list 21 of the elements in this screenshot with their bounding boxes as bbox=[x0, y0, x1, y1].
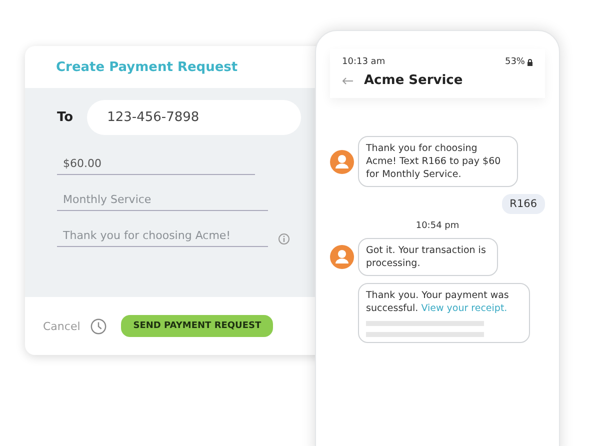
chat-title: Acme Service bbox=[364, 73, 463, 88]
to-label: To bbox=[57, 110, 74, 125]
back-arrow-icon[interactable] bbox=[342, 76, 354, 84]
avatar-icon bbox=[330, 245, 354, 269]
avatar-icon bbox=[330, 150, 354, 174]
clock-icon[interactable] bbox=[90, 318, 108, 334]
send-payment-request-button[interactable]: SEND PAYMENT REQUEST bbox=[121, 315, 274, 337]
text-field[interactable]: Thank you for choosing Acme! bbox=[57, 225, 268, 247]
message-text: Got it. Your transaction is processing. bbox=[366, 245, 486, 269]
info-icon[interactable] bbox=[278, 233, 290, 245]
card-title: Create Payment Request bbox=[56, 60, 238, 74]
message-text: Thank you. Your payment was successful. View your receipt. bbox=[366, 290, 509, 314]
battery-level: 53% bbox=[504, 57, 525, 67]
message-time: 10:54 pm bbox=[416, 221, 460, 231]
text-field[interactable]: Monthly Service bbox=[57, 189, 268, 211]
sent-message: R166 bbox=[502, 194, 545, 214]
text-field[interactable]: $60.00 bbox=[57, 153, 255, 175]
lock-icon bbox=[527, 58, 533, 66]
message-text: Thank you for choosing Acme! Text R166 to pay $60 for Monthly Service. bbox=[366, 143, 501, 180]
phone-number-field[interactable]: 123-456-7898 bbox=[87, 100, 302, 135]
status-time: 10:13 am bbox=[342, 57, 386, 67]
